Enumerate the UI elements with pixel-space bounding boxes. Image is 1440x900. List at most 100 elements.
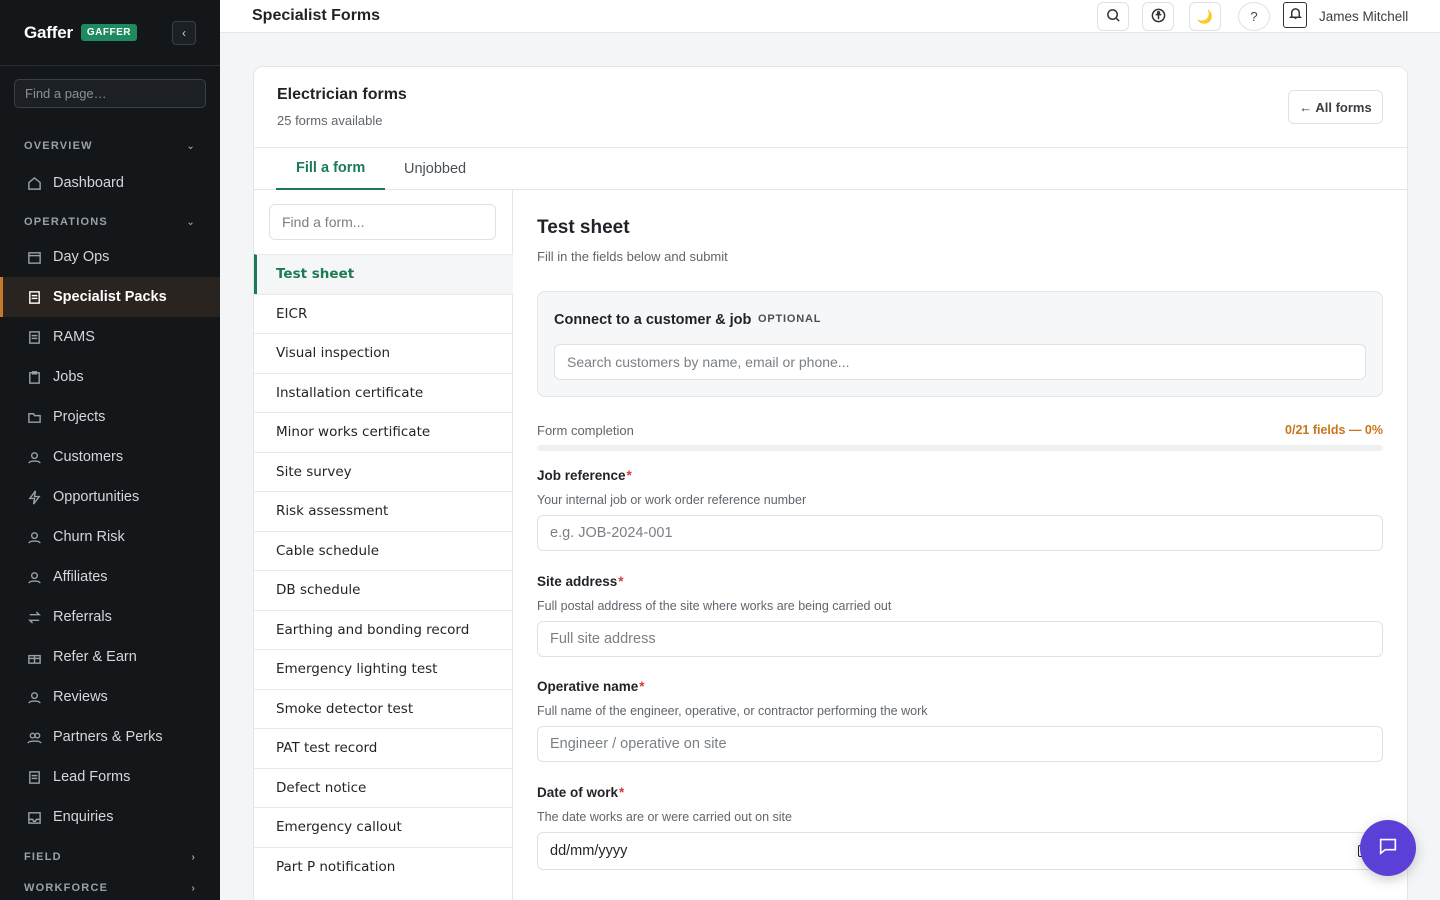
document-icon xyxy=(26,289,42,305)
required-marker: * xyxy=(639,679,645,694)
form-list-item[interactable]: PAT test record xyxy=(254,728,513,768)
field-label-text: Job reference xyxy=(537,468,626,483)
form-pane: Test sheet Fill in the fields below and … xyxy=(514,190,1407,900)
sidebar-item-referrals[interactable]: Referrals xyxy=(0,597,220,637)
sidebar-item-day-ops[interactable]: Day Ops xyxy=(0,237,220,277)
form-list-item[interactable]: EICR xyxy=(254,293,513,334)
notifications-button[interactable] xyxy=(1283,2,1307,28)
job-reference-field: Job reference* Your internal job or work… xyxy=(537,468,1383,551)
form-search-input[interactable]: Find a form... xyxy=(269,204,496,240)
inbox-icon xyxy=(26,809,42,825)
field-label-text: Date of work xyxy=(537,785,619,800)
sidebar-item-affiliates[interactable]: Affiliates xyxy=(0,557,220,597)
help-button[interactable]: ? xyxy=(1238,2,1270,31)
job-reference-input[interactable]: e.g. JOB-2024-001 xyxy=(537,515,1383,551)
form-list-item[interactable]: Emergency callout xyxy=(254,807,513,847)
brand-logo[interactable]: Gaffer xyxy=(24,23,73,43)
tab-unjobbed[interactable]: Unjobbed xyxy=(404,148,466,190)
section-operations[interactable]: OPERATIONS ⌄ xyxy=(0,214,220,230)
all-forms-button[interactable]: ← All forms xyxy=(1288,90,1383,124)
sidebar-item-specialist-packs[interactable]: Specialist Packs xyxy=(0,277,220,317)
bell-icon xyxy=(1288,6,1303,24)
search-icon xyxy=(1106,8,1121,26)
top-bar: Specialist Forms 🌙 ? James Mitchell xyxy=(220,0,1440,33)
users-icon xyxy=(26,449,42,465)
form-list-item[interactable]: Site survey xyxy=(254,451,513,492)
sidebar-item-jobs[interactable]: Jobs xyxy=(0,357,220,397)
sidebar-item-customers[interactable]: Customers xyxy=(0,437,220,477)
user-icon xyxy=(26,529,42,545)
date-of-work-input[interactable]: dd/mm/yyyy xyxy=(537,832,1383,870)
page-search-input[interactable]: Find a page… xyxy=(14,79,206,108)
operative-name-input[interactable]: Engineer / operative on site xyxy=(537,726,1383,762)
form-list: Test sheet EICR Visual inspection Instal… xyxy=(254,254,513,886)
collapse-sidebar-button[interactable]: ‹ xyxy=(172,21,196,45)
sidebar-item-lead-forms[interactable]: Lead Forms xyxy=(0,757,220,797)
field-label-text: Operative name xyxy=(537,679,639,694)
sidebar-item-label: Enquiries xyxy=(53,809,114,825)
sidebar-item-rams[interactable]: RAMS xyxy=(0,317,220,357)
brand-header: Gaffer GAFFER ‹ xyxy=(0,0,220,66)
brand-badge: GAFFER xyxy=(80,24,137,41)
section-overview-label: OVERVIEW xyxy=(24,140,93,152)
progress-bar xyxy=(537,445,1383,451)
field-help: Full postal address of the site where wo… xyxy=(537,599,892,613)
form-list-item[interactable]: Installation certificate xyxy=(254,372,513,413)
section-workforce[interactable]: WORKFORCE › xyxy=(0,880,220,896)
customer-search-input[interactable]: Search customers by name, email or phone… xyxy=(554,344,1366,380)
sidebar-item-projects[interactable]: Projects xyxy=(0,397,220,437)
sidebar-item-opportunities[interactable]: Opportunities xyxy=(0,477,220,517)
sidebar-item-label: Dashboard xyxy=(53,175,124,191)
sidebar-item-refer-earn[interactable]: Refer & Earn xyxy=(0,637,220,677)
section-overview[interactable]: OVERVIEW ⌄ xyxy=(0,138,220,154)
field-label: Date of work* xyxy=(537,785,1383,800)
form-list-item[interactable]: Cable schedule xyxy=(254,530,513,571)
field-label: Job reference* xyxy=(537,468,1383,483)
operative-name-field: Operative name* Full name of the enginee… xyxy=(537,679,1383,762)
sidebar-item-enquiries[interactable]: Enquiries xyxy=(0,797,220,837)
chat-button[interactable] xyxy=(1360,820,1416,876)
form-list-item[interactable]: DB schedule xyxy=(254,570,513,610)
users-icon xyxy=(26,729,42,745)
form-list-item[interactable]: Part P notification xyxy=(254,846,513,887)
form-list-item[interactable]: Minor works certificate xyxy=(254,412,513,452)
form-list-item[interactable]: Risk assessment xyxy=(254,491,513,531)
sidebar-item-label: Referrals xyxy=(53,609,112,625)
section-workforce-label: WORKFORCE xyxy=(24,882,109,894)
chevron-right-icon: › xyxy=(191,851,196,863)
sidebar-item-reviews[interactable]: Reviews xyxy=(0,677,220,717)
form-title: Test sheet xyxy=(537,217,630,238)
theme-toggle-button[interactable]: 🌙 xyxy=(1189,2,1221,31)
help-icon: ? xyxy=(1250,9,1258,24)
connect-title: Connect to a customer & job xyxy=(554,312,752,328)
site-address-input[interactable]: Full site address xyxy=(537,621,1383,657)
clipboard-icon xyxy=(26,369,42,385)
sidebar-item-dashboard[interactable]: Dashboard xyxy=(0,163,220,203)
form-list-item[interactable]: Test sheet xyxy=(254,254,513,294)
sidebar-item-partners-perks[interactable]: Partners & Perks xyxy=(0,717,220,757)
calendar-icon xyxy=(26,249,42,265)
field-label: Operative name* xyxy=(537,679,1383,694)
accessibility-button[interactable] xyxy=(1142,2,1174,31)
form-list-item[interactable]: Earthing and bonding record xyxy=(254,609,513,650)
form-list-item[interactable]: Smoke detector test xyxy=(254,688,513,729)
field-label-text: Site address xyxy=(537,574,618,589)
form-list-item[interactable]: Emergency lighting test xyxy=(254,649,513,689)
form-tabs: Fill a form Unjobbed xyxy=(254,147,1407,190)
page-title: Specialist Forms xyxy=(252,7,381,24)
arrows-icon xyxy=(26,609,42,625)
user-name[interactable]: James Mitchell xyxy=(1319,9,1408,24)
form-list-item[interactable]: Visual inspection xyxy=(254,333,513,373)
tab-fill-a-form[interactable]: Fill a form xyxy=(276,148,386,190)
sidebar-item-label: Churn Risk xyxy=(53,529,125,545)
sidebar: Gaffer GAFFER ‹ Find a page… OVERVIEW ⌄ … xyxy=(0,0,220,900)
search-button[interactable] xyxy=(1097,2,1129,31)
forms-count: 25 forms available xyxy=(277,113,383,128)
section-field[interactable]: FIELD › xyxy=(0,849,220,865)
sidebar-item-churn-risk[interactable]: Churn Risk xyxy=(0,517,220,557)
form-list-item[interactable]: Defect notice xyxy=(254,767,513,808)
required-marker: * xyxy=(619,785,625,800)
bolt-icon xyxy=(26,489,42,505)
document-icon xyxy=(26,769,42,785)
section-field-label: FIELD xyxy=(24,851,62,863)
